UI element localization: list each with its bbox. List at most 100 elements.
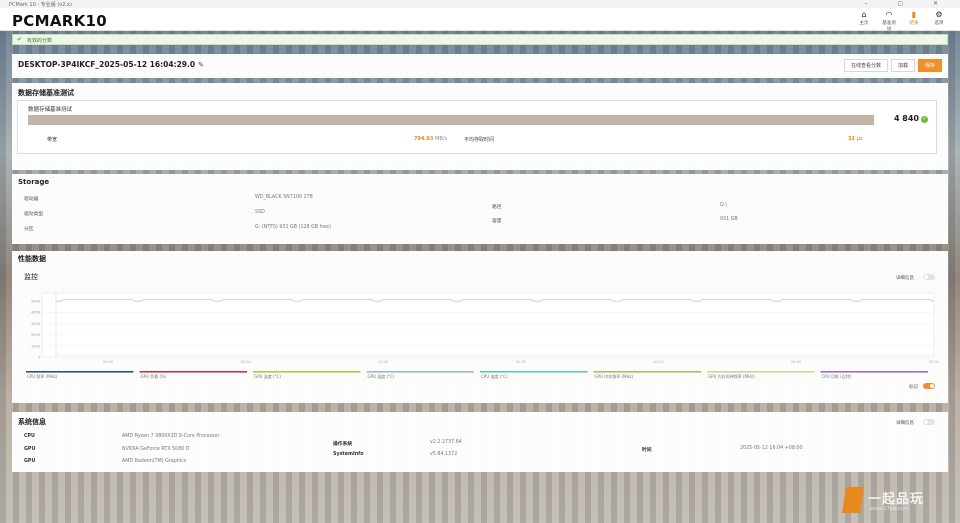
window-titlebar: PCMark 10 - 专业版 (v2.x) – ▢ ✕ <box>0 0 960 8</box>
legend-label[interactable]: CPU 温度 (°C) <box>481 373 508 379</box>
y-tick-label: 3000 <box>31 322 40 326</box>
bandwidth-number: 794.93 <box>414 136 434 142</box>
top-nav: ⌂ 主页 ◠ 基准测试 ▮ 结果 ⚙ 选项 <box>857 10 946 32</box>
legend-swatch <box>366 371 474 373</box>
watermark-url: www.17pw.com <box>870 506 909 512</box>
sysinfo-title: 系统信息 <box>18 418 46 426</box>
path-value: G:\ <box>720 203 727 208</box>
os-label: 操作系统 <box>333 442 353 447</box>
drive-label: 驱动器 <box>24 197 39 202</box>
bandwidth-value: 794.93 MB/s <box>414 136 447 142</box>
nav-benchmarks-label: 基准测试 <box>882 21 896 32</box>
path-label: 路径 <box>492 205 502 210</box>
banner-text: 有效的分数 <box>27 38 53 44</box>
nav-results[interactable]: ▮ 结果 <box>907 10 921 32</box>
system-info-panel: 系统信息 详细信息 CPU AMD Ryzen 7 9800X3D 8-Core… <box>12 412 948 472</box>
results-icon: ▮ <box>911 10 917 19</box>
x-tick-label: 02:00 <box>929 360 939 364</box>
result-name-text: DESKTOP-3P4IKCF_2025-05-12 16:04:29.0 <box>18 60 196 69</box>
gpu-label-2: GPU <box>24 459 36 464</box>
time-label: 时间 <box>642 448 652 453</box>
check-circle-icon: ✓ <box>921 116 928 123</box>
test-name: 数据存储基准测试 <box>28 107 73 113</box>
access-time-number: 32 <box>848 136 855 142</box>
storage-title: Storage <box>18 178 50 186</box>
y-tick-label: 2000 <box>31 333 40 337</box>
time-value: 2025-05-12 16:04 +08:00 <box>740 446 803 451</box>
legend-label[interactable]: GPU 温度 (°C) <box>368 373 395 379</box>
logo-number: 10 <box>85 12 107 30</box>
x-tick-label: 01:40 <box>791 360 801 364</box>
window-title: PCMark 10 - 专业版 (v2.x) <box>9 2 72 8</box>
bandwidth-label: 带宽 <box>47 137 58 143</box>
access-time-label: 平均存取时间 <box>464 137 495 143</box>
check-circle-icon: ✔ <box>17 36 23 43</box>
markers-toggle[interactable] <box>923 383 935 389</box>
x-tick-label: 00:40 <box>378 360 388 364</box>
gpu-label-1: GPU <box>24 447 36 452</box>
sysinfo-details-toggle[interactable] <box>923 419 935 425</box>
save-button[interactable]: 保存 <box>917 59 942 72</box>
legend-swatch <box>707 371 815 373</box>
systeminfo-value: v5.84.1372 <box>430 452 458 457</box>
nav-home[interactable]: ⌂ 主页 <box>857 10 871 32</box>
logo-text: PCMARK <box>12 12 86 30</box>
settings-icon: ⚙ <box>935 10 943 19</box>
x-tick-label: 01:20 <box>654 360 664 364</box>
result-header: DESKTOP-3P4IKCF_2025-05-12 16:04:29.0 ✎ 在… <box>12 54 948 78</box>
x-tick-label: 00:00 <box>103 360 113 364</box>
legend-label[interactable]: GPU 内存频率 (MHz) <box>595 373 634 379</box>
storage-info-panel: Storage 驱动器 WD_BLACK SN7100 1TB 驱动类型 SSD… <box>12 174 948 244</box>
storage-benchmark-title: 数据存储基准测试 <box>18 89 74 97</box>
watermark-mark <box>842 487 864 513</box>
cpu-label: CPU <box>24 434 35 439</box>
storage-score-card: 数据存储基准测试 4 840 ✓ 带宽 794.93 MB/s 平均存取时间 32… <box>17 100 937 154</box>
view-online-button[interactable]: 在线查看分数 <box>843 59 888 72</box>
legend-label[interactable]: CPU 频率 (MHz) <box>27 373 58 379</box>
y-tick-label: 0 <box>38 356 40 360</box>
partition-label: 分区 <box>24 227 34 232</box>
edit-pencil-icon[interactable]: ✎ <box>198 61 204 69</box>
access-time-value: 32 μs <box>848 136 863 142</box>
x-tick-label: 00:20 <box>241 360 251 364</box>
score-bar <box>28 115 874 125</box>
bandwidth-unit: MB/s <box>435 136 448 142</box>
cpu-value: AMD Ryzen 7 9800X3D 8-Core Processor <box>122 434 220 439</box>
capacity-value: 931 GB <box>720 217 738 222</box>
home-icon: ⌂ <box>861 10 867 19</box>
performance-data-panel: 性能数据 监控 详细信息 5000 4000 3000 2000 1000 0 00:00 0… <box>12 251 948 403</box>
storage-benchmark-panel: 数据存储基准测试 数据存储基准测试 4 840 ✓ 带宽 794.93 MB/s … <box>12 83 948 170</box>
capacity-label: 容量 <box>492 219 502 224</box>
legend-swatch <box>26 371 134 373</box>
legend-label[interactable]: CPU 功耗 (瓦特) <box>822 373 852 379</box>
window-controls[interactable]: – ▢ ✕ <box>864 0 952 7</box>
legend-label[interactable]: GPU 负载 (%) <box>141 373 167 379</box>
y-tick-label: 4000 <box>31 311 40 315</box>
partition-value: G: (NTFS) 931 GB (128 GB free) <box>255 225 331 230</box>
legend-swatch <box>480 371 588 373</box>
access-time-unit: μs <box>856 136 863 142</box>
load-button[interactable]: 加载 <box>890 59 915 72</box>
y-tick-label: 1000 <box>31 344 40 348</box>
nav-settings-label: 选项 <box>934 21 944 26</box>
nav-results-label: 结果 <box>909 21 919 26</box>
nav-home-label: 主页 <box>859 21 869 26</box>
benchmark-icon: ◠ <box>885 10 893 19</box>
legend-swatch <box>253 371 361 373</box>
app-header: PCMARK10 ⌂ 主页 ◠ 基准测试 ▮ 结果 ⚙ 选项 <box>0 8 960 32</box>
watermark-logo: 一起品玩 www.17pw.com <box>842 485 954 519</box>
markers-label: 标记 <box>909 385 918 390</box>
nav-benchmarks[interactable]: ◠ 基准测试 <box>882 10 896 32</box>
systeminfo-label: SystemInfo <box>333 452 364 457</box>
nav-settings[interactable]: ⚙ 选项 <box>932 10 946 32</box>
drive-type-label: 驱动类型 <box>24 212 44 217</box>
score-number: 4 840 <box>893 114 919 123</box>
plot-area <box>41 292 935 358</box>
legend-label[interactable]: GPU 温度 (°C) <box>254 373 281 379</box>
drive-value: WD_BLACK SN7100 1TB <box>255 195 313 200</box>
gpu-value-1: NVIDIA GeForce RTX 5080 D <box>122 447 190 452</box>
valid-score-banner: ✔ 有效的分数 <box>12 34 948 45</box>
result-name: DESKTOP-3P4IKCF_2025-05-12 16:04:29.0 ✎ <box>18 60 204 69</box>
legend-label[interactable]: GPU 内存时钟频率 (MHz) <box>708 373 755 379</box>
legend-swatch <box>593 371 701 373</box>
